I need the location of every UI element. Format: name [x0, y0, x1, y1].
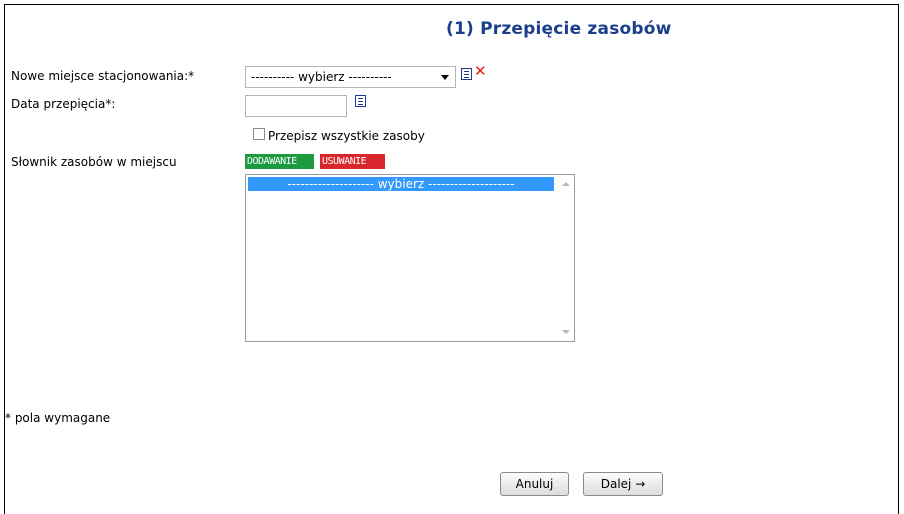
listbox-scrollbar[interactable] [558, 175, 574, 341]
copy-all-label: Przepisz wszystkie zasoby [268, 129, 425, 143]
cancel-button[interactable]: Anuluj [500, 472, 569, 496]
add-tag-button[interactable]: DODAWANIE [245, 154, 314, 169]
required-note: * pola wymagane [5, 411, 111, 425]
date-label: Data przepięcia*: [11, 97, 116, 111]
location-list-icon[interactable] [461, 68, 472, 80]
dictionary-label: Słownik zasobów w miejscu [11, 155, 177, 169]
list-item[interactable]: -------------------- wybierz -----------… [248, 177, 554, 191]
copy-all-checkbox[interactable] [253, 128, 265, 140]
location-select[interactable]: ---------- wybierz ---------- [245, 66, 456, 88]
location-select-value: ---------- wybierz ---------- [251, 70, 392, 84]
page-title: (1) Przepięcie zasobów [446, 19, 672, 39]
scroll-up-icon[interactable] [562, 182, 570, 186]
next-button[interactable]: Dalej → [583, 472, 663, 496]
chevron-down-icon [441, 75, 449, 80]
remove-tag-button[interactable]: USUWANIE [320, 154, 385, 169]
clear-x-icon[interactable]: ✕ [474, 64, 487, 79]
resources-listbox[interactable]: -------------------- wybierz -----------… [245, 174, 575, 342]
date-picker-icon[interactable] [355, 95, 366, 107]
date-field[interactable] [245, 95, 347, 117]
location-label: Nowe miejsce stacjonowania:* [11, 69, 195, 83]
scroll-down-icon[interactable] [562, 330, 570, 334]
